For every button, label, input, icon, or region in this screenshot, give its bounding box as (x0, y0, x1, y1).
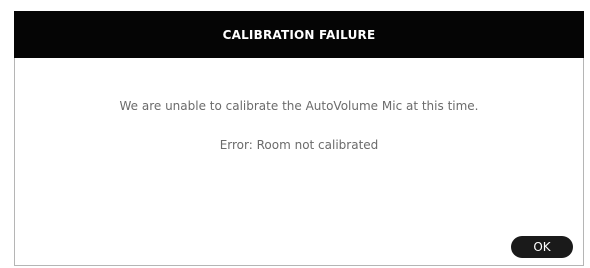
dialog-title: CALIBRATION FAILURE (222, 27, 376, 42)
ok-button[interactable]: OK (511, 236, 573, 258)
calibration-failure-dialog: CALIBRATION FAILURE We are unable to cal… (14, 11, 584, 266)
failure-message: We are unable to calibrate the AutoVolum… (119, 99, 479, 113)
dialog-title-bar: CALIBRATION FAILURE (14, 11, 584, 58)
error-message: Error: Room not calibrated (219, 138, 379, 152)
